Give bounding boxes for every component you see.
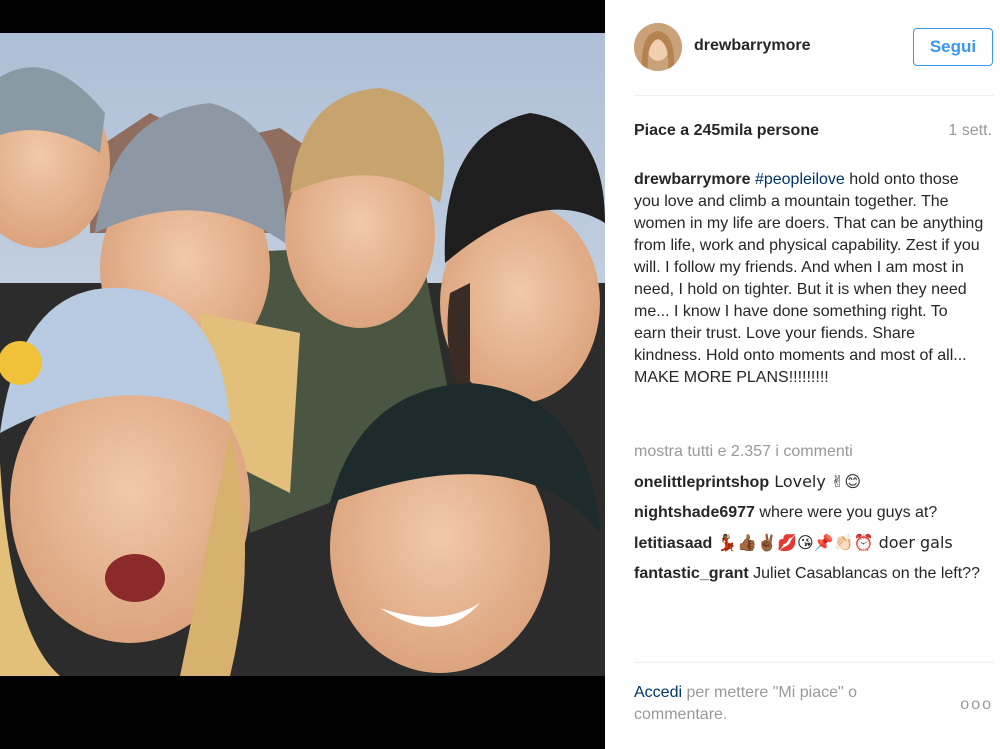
likes-row: Piace a 245mila persone 1 sett. [634, 122, 994, 144]
post-header: drewbarrymore Segui [634, 20, 999, 76]
post-caption: drewbarrymore #peopleilove hold onto tho… [634, 169, 984, 389]
comment-text: 💃🏾👍🏾✌🏾💋😘📌👏🏻⏰ doer gals [712, 533, 953, 552]
login-prompt: Accedi per mettere "Mi piace" o commenta… [634, 682, 914, 726]
post-photo[interactable] [0, 33, 605, 676]
photo-pane [0, 0, 605, 749]
comment-user[interactable]: fantastic_grant [634, 565, 749, 582]
header-divider [634, 95, 994, 96]
post-timestamp[interactable]: 1 sett. [948, 122, 992, 140]
comment-item: letitiasaad 💃🏾👍🏾✌🏾💋😘📌👏🏻⏰ doer gals [634, 532, 984, 555]
comment-text: where were you guys at? [754, 504, 938, 521]
comment-item: fantastic_grant Juliet Casablancas on th… [634, 563, 984, 585]
more-options-icon[interactable]: ooo [960, 694, 993, 716]
avatar-image [634, 23, 682, 71]
group-selfie-image [0, 33, 605, 676]
comment-text: Juliet Casablancas on the left?? [748, 565, 980, 582]
comment-user[interactable]: nightshade6977 [634, 504, 755, 521]
comment-text: Lovely ✌😊 [769, 472, 862, 491]
footer-divider [634, 662, 994, 663]
avatar[interactable] [634, 23, 682, 71]
post-modal: drewbarrymore Segui Piace a 245mila pers… [0, 0, 1000, 749]
caption-author[interactable]: drewbarrymore [634, 171, 751, 188]
caption-text: hold onto those you love and climb a mou… [634, 171, 984, 386]
likes-count[interactable]: Piace a 245mila persone [634, 122, 819, 140]
show-all-comments-link[interactable]: mostra tutti e 2.357 i commenti [634, 441, 984, 463]
comments-list: mostra tutti e 2.357 i commenti onelittl… [634, 441, 984, 593]
login-link[interactable]: Accedi [634, 684, 682, 701]
comment-user[interactable]: letitiasaad [634, 535, 712, 552]
post-side-panel: drewbarrymore Segui Piace a 245mila pers… [605, 0, 1000, 749]
comment-item: onelittleprintshop Lovely ✌😊 [634, 471, 984, 494]
header-username[interactable]: drewbarrymore [694, 37, 811, 55]
comment-user[interactable]: onelittleprintshop [634, 474, 769, 491]
comment-item: nightshade6977 where were you guys at? [634, 502, 984, 524]
caption-hashtag[interactable]: #peopleilove [755, 171, 845, 188]
post-footer: Accedi per mettere "Mi piace" o commenta… [634, 682, 999, 732]
follow-button[interactable]: Segui [913, 28, 993, 66]
